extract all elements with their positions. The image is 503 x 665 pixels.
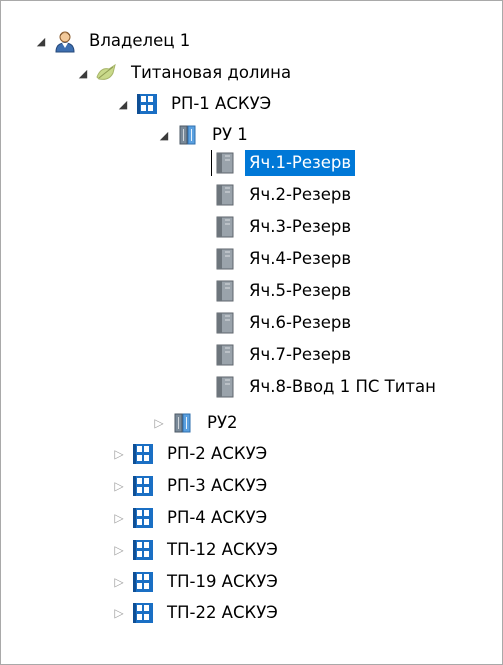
substation-icon — [135, 92, 159, 116]
tree-node-rp2[interactable]: ▷ РП-2 АСКУЭ — [113, 439, 271, 469]
tree-node-label: РУ 1 — [212, 125, 248, 144]
switchgear-icon — [176, 123, 200, 147]
tree-node-cell-5[interactable]: Яч.5-Резерв — [213, 276, 355, 306]
tree-node-label: Яч.3-Резерв — [249, 217, 352, 236]
cabinet-icon — [213, 151, 237, 175]
tree-node-tp12[interactable]: ▷ ТП-12 АСКУЭ — [113, 535, 282, 565]
substation-icon — [131, 570, 155, 594]
tree-node-cell-2[interactable]: Яч.2-Резерв — [213, 180, 355, 210]
substation-icon — [131, 538, 155, 562]
tree-node-label: Яч.8-Ввод 1 ПС Титан — [249, 377, 436, 396]
tree-node-label: Яч.7-Резерв — [249, 345, 352, 364]
collapse-arrow-icon[interactable]: ▷ — [113, 598, 125, 628]
switchgear-icon — [171, 411, 195, 435]
tree-node-label: РП-4 АСКУЭ — [167, 508, 268, 527]
tree-node-ru2[interactable]: ▷ РУ2 — [153, 408, 242, 438]
collapse-arrow-icon[interactable]: ▷ — [113, 535, 125, 565]
tree-node-label: РП-2 АСКУЭ — [167, 444, 268, 463]
expand-arrow-icon[interactable]: ◢ — [35, 26, 47, 56]
tree-node-label: Яч.2-Резерв — [249, 185, 352, 204]
cabinet-icon — [213, 247, 237, 271]
collapse-arrow-icon[interactable]: ▷ — [113, 471, 125, 501]
tree-node-label: Яч.6-Резерв — [249, 313, 352, 332]
tree-node-label: РУ2 — [207, 413, 238, 432]
collapse-arrow-icon[interactable]: ▷ — [113, 567, 125, 597]
collapse-arrow-icon[interactable]: ▷ — [113, 439, 125, 469]
tree-node-label: Владелец 1 — [89, 31, 191, 50]
tree-node-label: ТП-22 АСКУЭ — [167, 603, 278, 622]
tree-node-ru1[interactable]: ◢ РУ 1 — [158, 120, 252, 150]
tree-node-cell-1[interactable]: Яч.1-Резерв — [213, 148, 356, 178]
tree-node-rp4[interactable]: ▷ РП-4 АСКУЭ — [113, 503, 271, 533]
tree-node-cell-6[interactable]: Яч.6-Резерв — [213, 308, 355, 338]
location-leaf-icon — [95, 61, 119, 85]
tree-node-label: Титановая долина — [131, 63, 292, 82]
tree-node-label: РП-1 АСКУЭ — [171, 94, 272, 113]
cabinet-icon — [213, 375, 237, 399]
substation-icon — [131, 474, 155, 498]
expand-arrow-icon[interactable]: ◢ — [158, 120, 170, 150]
cabinet-icon — [213, 343, 237, 367]
tree-node-cell-3[interactable]: Яч.3-Резерв — [213, 212, 355, 242]
tree-node-cell-4[interactable]: Яч.4-Резерв — [213, 244, 355, 274]
cabinet-icon — [213, 215, 237, 239]
substation-icon — [131, 601, 155, 625]
tree-node-tp22[interactable]: ▷ ТП-22 АСКУЭ — [113, 598, 282, 628]
tree-node-cell-8[interactable]: Яч.8-Ввод 1 ПС Титан — [213, 372, 440, 402]
object-tree[interactable]: ◢ Владелец 1 ◢ Титановая долина ◢ РП-1 А… — [1, 1, 502, 664]
substation-icon — [131, 506, 155, 530]
collapse-arrow-icon[interactable]: ▷ — [113, 503, 125, 533]
tree-node-tp19[interactable]: ▷ ТП-19 АСКУЭ — [113, 567, 282, 597]
tree-node-owner[interactable]: ◢ Владелец 1 — [35, 26, 194, 56]
tree-node-label: Яч.1-Резерв — [245, 150, 356, 176]
tree-node-label: ТП-19 АСКУЭ — [167, 572, 278, 591]
collapse-arrow-icon[interactable]: ▷ — [153, 408, 165, 438]
owner-person-icon — [53, 29, 77, 53]
tree-node-label: Яч.4-Резерв — [249, 249, 352, 268]
tree-node-valley[interactable]: ◢ Титановая долина — [77, 58, 295, 88]
tree-node-label: РП-3 АСКУЭ — [167, 476, 268, 495]
tree-node-label: ТП-12 АСКУЭ — [167, 540, 278, 559]
focus-caret — [211, 150, 212, 176]
cabinet-icon — [213, 183, 237, 207]
expand-arrow-icon[interactable]: ◢ — [117, 89, 129, 119]
tree-node-label: Яч.5-Резерв — [249, 281, 352, 300]
substation-icon — [131, 442, 155, 466]
tree-node-rp1[interactable]: ◢ РП-1 АСКУЭ — [117, 89, 275, 119]
expand-arrow-icon[interactable]: ◢ — [77, 58, 89, 88]
tree-node-rp3[interactable]: ▷ РП-3 АСКУЭ — [113, 471, 271, 501]
tree-node-cell-7[interactable]: Яч.7-Резерв — [213, 340, 355, 370]
object-tree-panel: ◢ Владелец 1 ◢ Титановая долина ◢ РП-1 А… — [0, 0, 503, 665]
cabinet-icon — [213, 279, 237, 303]
cabinet-icon — [213, 311, 237, 335]
